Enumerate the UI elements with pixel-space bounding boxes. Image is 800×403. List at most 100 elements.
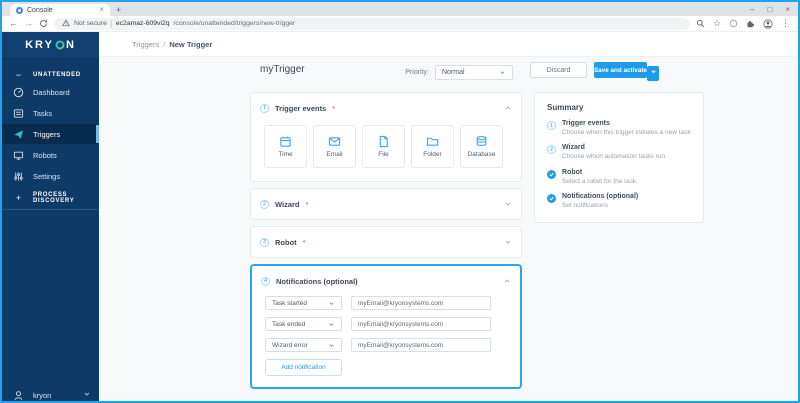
profile-avatar-icon[interactable] bbox=[763, 19, 773, 29]
section-trigger-events-header[interactable]: 1 Trigger events * bbox=[251, 93, 521, 123]
summary-step-notifications: Notifications (optional) Set notificatio… bbox=[547, 193, 691, 210]
extensions-puzzle-icon[interactable] bbox=[746, 19, 755, 28]
section-wizard-header[interactable]: 2 Wizard * bbox=[251, 189, 521, 219]
breadcrumb-current: New Trigger bbox=[169, 40, 212, 49]
plus-icon: + bbox=[13, 193, 24, 203]
url-path: /console/unattended/triggers/new-trigger bbox=[174, 20, 296, 27]
browser-titlebar: Console × + – □ × bbox=[2, 2, 798, 16]
trigger-tile-email[interactable]: Email bbox=[313, 125, 356, 168]
chevron-down-icon bbox=[328, 321, 335, 328]
notification-row: Wizard error bbox=[265, 338, 507, 352]
breadcrumb-separator: / bbox=[163, 40, 165, 49]
step-complete-check-icon bbox=[547, 194, 556, 203]
sidebar: − UNATTENDED Dashboard Tasks Triggers Ro… bbox=[2, 57, 99, 401]
sidebar-item-dashboard[interactable]: Dashboard bbox=[2, 82, 99, 102]
sidebar-item-label: Settings bbox=[33, 172, 60, 181]
dashboard-gauge-icon bbox=[13, 87, 24, 98]
summary-step-title: Wizard bbox=[562, 144, 665, 151]
tab-close-icon[interactable]: × bbox=[99, 6, 104, 14]
add-notification-button[interactable]: Add notification bbox=[265, 359, 342, 376]
notification-email-input[interactable] bbox=[351, 296, 491, 310]
tile-label: File bbox=[378, 151, 388, 158]
calendar-icon bbox=[279, 135, 292, 148]
section-title: Robot bbox=[275, 238, 297, 247]
notification-row: Task ended bbox=[265, 317, 507, 331]
address-bar[interactable]: Not secure ec2amaz-609vi2q/console/unatt… bbox=[54, 18, 690, 30]
summary-step-desc: Choose when this trigger initiates a new… bbox=[562, 129, 691, 137]
trigger-tile-folder[interactable]: Folder bbox=[411, 125, 454, 168]
summary-step-title: Trigger events bbox=[562, 120, 691, 127]
trigger-tile-database[interactable]: Database bbox=[460, 125, 503, 168]
logo-o-icon bbox=[55, 40, 65, 50]
notification-event-select[interactable]: Task started bbox=[265, 296, 342, 310]
notification-email-input[interactable] bbox=[351, 338, 491, 352]
kryon-logo: KRYN bbox=[2, 32, 99, 57]
expand-chevron-down-icon[interactable] bbox=[504, 195, 512, 213]
forward-icon[interactable]: → bbox=[24, 19, 33, 28]
chevron-down-icon bbox=[499, 69, 506, 76]
browser-menu-icon[interactable]: ⋮ bbox=[781, 18, 790, 29]
extension-circle-icon[interactable] bbox=[729, 19, 738, 28]
summary-step-title: Robot bbox=[562, 169, 636, 176]
breadcrumb: Triggers / New Trigger bbox=[99, 32, 798, 57]
sidebar-item-settings[interactable]: Settings bbox=[2, 166, 99, 186]
summary-step-wizard: 2 Wizard Choose which automation tasks r… bbox=[547, 144, 691, 161]
step-number-badge: 1 bbox=[260, 104, 269, 113]
sidebar-item-robots[interactable]: Robots bbox=[2, 145, 99, 165]
trigger-tile-file[interactable]: File bbox=[362, 125, 405, 168]
summary-step-desc: Select a robot for the task bbox=[562, 178, 636, 186]
section-notifications-header[interactable]: 4 Notifications (optional) bbox=[252, 266, 520, 296]
url-host: ec2amaz-609vi2q bbox=[116, 20, 170, 27]
chevron-down-icon bbox=[328, 300, 335, 307]
refresh-icon[interactable] bbox=[39, 15, 48, 33]
notification-email-input[interactable] bbox=[351, 317, 491, 331]
back-icon[interactable]: ← bbox=[9, 19, 18, 28]
sidebar-item-label: Robots bbox=[33, 151, 57, 160]
window-close-icon[interactable]: × bbox=[785, 5, 790, 14]
required-asterisk: * bbox=[306, 200, 309, 209]
summary-step-desc: Set notifications bbox=[562, 202, 638, 210]
collapse-chevron-up-icon[interactable] bbox=[504, 99, 512, 117]
envelope-icon bbox=[328, 135, 341, 148]
window-maximize-icon[interactable]: □ bbox=[767, 5, 772, 14]
summary-panel: Summary 1 Trigger events Choose when thi… bbox=[534, 92, 704, 223]
trigger-tile-time[interactable]: Time bbox=[264, 125, 307, 168]
collapse-minus-icon[interactable]: − bbox=[13, 70, 24, 80]
notification-event-select[interactable]: Wizard error bbox=[265, 338, 342, 352]
section-title: Wizard bbox=[275, 200, 300, 209]
security-label: Not secure bbox=[74, 20, 107, 27]
zoom-icon[interactable] bbox=[696, 19, 705, 28]
main-content: myTrigger Priority: Normal Discard Save … bbox=[99, 57, 798, 401]
discard-button[interactable]: Discard bbox=[530, 62, 587, 78]
collapse-chevron-up-icon[interactable] bbox=[503, 272, 511, 290]
omnibox-divider bbox=[111, 20, 112, 28]
step-number-badge: 1 bbox=[547, 121, 556, 130]
save-and-activate-button[interactable]: Save and activate bbox=[594, 62, 647, 78]
robots-monitor-icon bbox=[13, 150, 24, 161]
section-title: Notifications (optional) bbox=[276, 277, 358, 286]
bookmark-star-icon[interactable]: ☆ bbox=[713, 18, 721, 29]
breadcrumb-parent[interactable]: Triggers bbox=[132, 40, 159, 49]
user-name: kryon bbox=[33, 391, 51, 400]
tasks-list-icon bbox=[13, 108, 24, 119]
section-robot-header[interactable]: 3 Robot * bbox=[251, 227, 521, 257]
logo-text-n: N bbox=[66, 39, 76, 51]
browser-urlbar: ← → Not secure ec2amaz-609vi2q/console/u… bbox=[2, 16, 798, 32]
required-asterisk: * bbox=[332, 104, 335, 113]
summary-step-robot: Robot Select a robot for the task bbox=[547, 169, 691, 186]
browser-tab[interactable]: Console × bbox=[10, 4, 110, 16]
sidebar-item-process-discovery[interactable]: + PROCESS DISCOVERY bbox=[2, 188, 99, 208]
expand-chevron-down-icon[interactable] bbox=[504, 233, 512, 251]
sidebar-divider bbox=[2, 209, 99, 210]
trigger-name-input[interactable]: myTrigger bbox=[260, 64, 305, 75]
notification-event-value: Wizard error bbox=[272, 342, 308, 349]
chevron-down-icon bbox=[650, 68, 657, 75]
sidebar-item-tasks[interactable]: Tasks bbox=[2, 103, 99, 123]
notification-event-select[interactable]: Task ended bbox=[265, 317, 342, 331]
window-minimize-icon[interactable]: – bbox=[750, 5, 754, 14]
save-dropdown-toggle[interactable] bbox=[647, 66, 659, 81]
priority-select[interactable]: Normal bbox=[435, 65, 513, 80]
new-tab-button[interactable]: + bbox=[116, 4, 121, 16]
sidebar-item-triggers[interactable]: Triggers bbox=[2, 124, 99, 144]
user-menu[interactable]: kryon bbox=[2, 385, 99, 403]
